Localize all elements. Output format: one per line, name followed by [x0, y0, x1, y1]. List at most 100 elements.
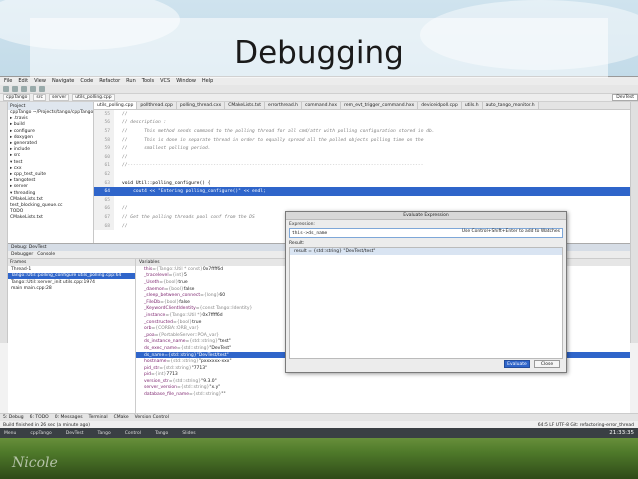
editor-tab[interactable]: CMakeLists.txt: [225, 102, 266, 109]
editor-tabs: utils_polling.cpp pollthread.cpp polling_t…: [94, 102, 630, 110]
right-tool-strip[interactable]: [630, 102, 638, 343]
variable-row[interactable]: version_str = {std::string} "9.3.0": [136, 378, 630, 385]
editor-tab[interactable]: utils.h: [461, 102, 483, 109]
taskbar-item[interactable]: DevTest: [66, 431, 84, 436]
editor-tab[interactable]: errorthread.h: [265, 102, 302, 109]
variable-value: 0x7ffff6d: [202, 266, 224, 272]
tool-window-button[interactable]: 6: TODO: [30, 415, 49, 420]
breadcrumb-item[interactable]: server: [49, 94, 70, 101]
menu-item[interactable]: Run: [126, 78, 136, 84]
result-row[interactable]: result = {std::string} "DevTest/test": [290, 248, 562, 255]
tool-window-button[interactable]: Terminal: [89, 415, 108, 420]
taskbar-item[interactable]: cppTango: [30, 431, 51, 436]
taskbar-item[interactable]: Control: [125, 431, 141, 436]
undo-icon[interactable]: [30, 86, 36, 92]
variable-type: {std::string}: [172, 378, 202, 384]
project-header[interactable]: Project: [8, 102, 93, 110]
menu-item[interactable]: File: [4, 78, 12, 84]
watches-hint: Use Control+Shift+Enter to add to Watche…: [461, 229, 560, 234]
menu-item[interactable]: Code: [80, 78, 93, 84]
variable-type: {std::string}: [180, 345, 210, 351]
line-text: //: [122, 111, 128, 117]
editor-tab[interactable]: rem_evt_trigger_command.hxx: [341, 102, 419, 109]
variable-type: {PortableServer::POA_var}: [158, 332, 220, 338]
taskbar-item[interactable]: Tango: [98, 431, 111, 436]
tool-window-button[interactable]: 5: Debug: [3, 415, 24, 420]
code-line: 59 // smallest polling period.: [94, 144, 630, 153]
expression-label: Expression:: [289, 221, 315, 227]
variable-type: {Tango::Util *}: [169, 312, 203, 318]
frame-row[interactable]: main main.cpp:28: [8, 286, 135, 293]
variable-type: {std::string}: [192, 392, 222, 398]
line-text: // This method sends command to the poll…: [122, 128, 435, 134]
line-number: 58: [94, 135, 114, 145]
code-line: 56 // description :: [94, 118, 630, 128]
dialog-title: Evaluate Expression: [286, 212, 566, 220]
menu-item[interactable]: Navigate: [52, 78, 74, 84]
breadcrumb-item[interactable]: cppTango: [3, 94, 31, 101]
line-number: 63: [94, 178, 114, 188]
variable-value: true: [192, 319, 202, 325]
taskbar-item[interactable]: Slides: [182, 431, 195, 436]
editor-tab[interactable]: pollthread.cpp: [137, 102, 177, 109]
variable-name: pid: [144, 372, 151, 378]
breadcrumb-item[interactable]: src: [33, 94, 46, 101]
save-icon[interactable]: [12, 86, 18, 92]
line-number: 56: [94, 118, 114, 128]
variable-row[interactable]: server_version = {std::string} "x.y": [136, 385, 630, 392]
menu-item[interactable]: Tools: [142, 78, 154, 84]
tool-window-button[interactable]: Version Control: [135, 415, 169, 420]
line-text: // smallest polling period.: [122, 146, 211, 152]
editor-tab[interactable]: auto_tango_monitor.h: [482, 102, 539, 109]
dialog-buttons: Evaluate Close: [504, 360, 560, 368]
run-config-select[interactable]: DevTest: [612, 94, 638, 101]
menu-item[interactable]: VCS: [160, 78, 170, 84]
variable-name: _sleep_between_connect: [144, 293, 201, 299]
tree-item[interactable]: CMakeLists.txt: [10, 215, 93, 221]
breadcrumb-item[interactable]: utils_polling.cpp: [72, 94, 115, 101]
line-number: 61: [94, 161, 114, 171]
variable-value: false: [179, 299, 190, 305]
variable-value: 60: [219, 293, 226, 299]
variable-name: database_file_name: [144, 392, 189, 398]
code-line: 55 //: [94, 110, 630, 119]
line-text: void Util::polling_configure() {: [122, 180, 211, 186]
redo-icon[interactable]: [39, 86, 45, 92]
frame-row[interactable]: Tango::Util::polling_configure utils_pol…: [8, 272, 135, 279]
menu-item[interactable]: Window: [176, 78, 196, 84]
close-button[interactable]: Close: [534, 360, 560, 368]
variable-name: _Useth: [144, 279, 160, 285]
code-line: 60 //: [94, 152, 630, 162]
sync-icon[interactable]: [21, 86, 27, 92]
line-text: //: [122, 223, 128, 229]
variable-type: {std::string}: [189, 339, 218, 345]
variable-row[interactable]: database_file_name = {std::string} "": [136, 391, 630, 398]
editor-tab[interactable]: polling_thread.cxx: [176, 102, 226, 109]
left-tool-strip[interactable]: [0, 102, 8, 343]
editor-tab[interactable]: deviceidpoll.cpp: [418, 102, 462, 109]
editor-tab[interactable]: utils_polling.cpp: [94, 102, 138, 109]
tab-console[interactable]: Console: [37, 252, 55, 257]
line-text: // This is done in separate thread in or…: [122, 137, 424, 143]
evaluate-expression-dialog: Evaluate Expression Expression: this->ds…: [285, 211, 567, 373]
tab-debugger[interactable]: Debugger: [11, 252, 33, 257]
menu-item[interactable]: Help: [202, 78, 213, 84]
taskbar-item[interactable]: Tango: [155, 431, 168, 436]
menu-item[interactable]: Edit: [18, 78, 28, 84]
evaluate-button[interactable]: Evaluate: [504, 360, 530, 368]
tool-window-button[interactable]: 0: Messages: [55, 415, 83, 420]
taskbar-item[interactable]: Menu: [4, 431, 16, 436]
variable-value: true: [178, 279, 188, 285]
menu-item[interactable]: View: [34, 78, 46, 84]
line-text: //--------------------------------------…: [122, 163, 424, 169]
tool-window-button[interactable]: CMake: [114, 415, 129, 420]
variable-value: false: [183, 286, 195, 292]
variable-value: "DevTest/test": [196, 352, 229, 358]
editor-tab[interactable]: command.hxx: [301, 102, 342, 109]
line-number: 60: [94, 152, 114, 162]
variable-type: {bool}: [163, 299, 180, 305]
menu-item[interactable]: Refactor: [99, 78, 120, 84]
variable-value: 7713: [166, 372, 178, 378]
line-text: // Get the polling threads pool conf fro…: [122, 214, 255, 220]
open-icon[interactable]: [3, 86, 9, 92]
